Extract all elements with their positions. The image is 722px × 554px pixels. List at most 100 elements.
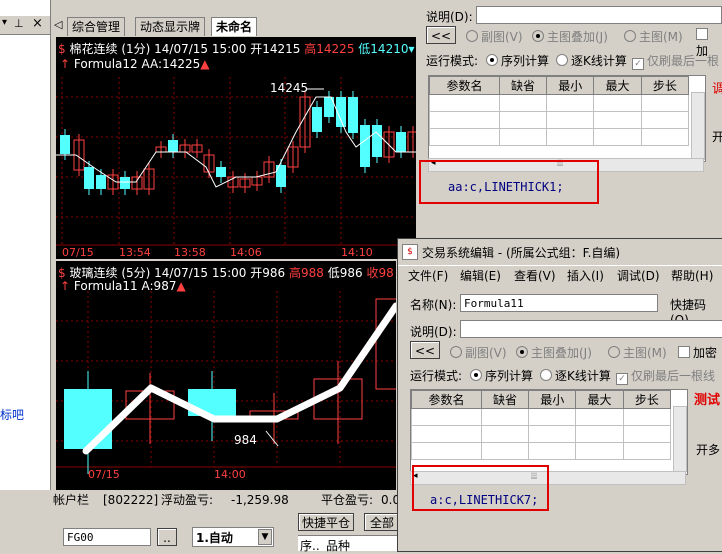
positions-table-header: 序.. 品种 (298, 535, 398, 553)
quick-close-button[interactable]: 快捷平仓 (298, 513, 354, 531)
float-pnl-label: 浮动盈亏: (161, 493, 214, 507)
up-arrow-icon: ↑ (60, 57, 71, 71)
side-button[interactable]: 开 (712, 128, 722, 145)
test-label: 测试 (694, 393, 721, 408)
col-step: 步长 (622, 390, 672, 409)
radio-seq-calc[interactable]: 序列计算 (470, 367, 533, 384)
radio-main-overlay[interactable]: 主图叠加(J) (516, 344, 592, 361)
col-step: 步长 (640, 76, 690, 95)
cotton-peak-label: 14245 (270, 81, 309, 95)
cotton-formula-value: AA:14225 (141, 57, 201, 71)
collapse-button[interactable]: << (426, 26, 456, 44)
account-id: [802222] (103, 493, 159, 507)
left-panel-link[interactable]: 标吧 (0, 406, 24, 423)
radio-main-overlay[interactable]: 主图叠加(J) (532, 28, 608, 45)
glass-formula-name: Formula11 (73, 279, 138, 293)
glass-chart-close: 收98 (366, 266, 394, 280)
trade-panel: .. 1.自动 ▼ 快捷平仓 全部 序.. 品种 (51, 510, 400, 553)
menu-view[interactable]: 查看(V) (514, 267, 556, 284)
collapse-button[interactable]: << (410, 341, 440, 359)
time-label: 07/15 (62, 246, 94, 259)
tab-overview[interactable]: 综合管理 (67, 17, 126, 36)
close-pnl-label: 平仓盈亏: (321, 493, 374, 507)
radio-main-chart[interactable]: 主图(M) (624, 28, 683, 45)
cotton-chart[interactable]: $ 棉花连续 (1分) 14/07/15 15:00 开14215 高14225… (56, 37, 416, 259)
dropdown-icon[interactable]: ▾ (2, 17, 7, 28)
glass-chart[interactable]: $ 玻璃连续 (5分) 14/07/15 15:00 开986 高988 低98… (56, 261, 396, 490)
col-param-name: 参数名 (429, 76, 500, 95)
col-max: 最大 (575, 390, 624, 409)
radio-bar-calc[interactable]: 逐K线计算 (540, 367, 611, 384)
candle-down (312, 107, 322, 132)
left-panel-header: ▾ ⊥ × (0, 16, 50, 35)
glass-chart-name: 玻璃连续 (69, 266, 118, 280)
col-min: 最小 (528, 390, 577, 409)
close-all-button[interactable]: 全部 (364, 513, 400, 531)
time-label: 13:54 (119, 246, 151, 259)
formula-line (56, 96, 416, 188)
name-input[interactable] (460, 294, 658, 312)
col-seq: 序.. (300, 539, 320, 553)
desc-input[interactable] (460, 320, 722, 338)
glass-chart-datetime: 14/07/15 15:00 (154, 266, 247, 280)
tab-unnamed[interactable]: 未命名 (211, 17, 258, 36)
desc-label: 说明(D): (410, 325, 457, 339)
menu-debug[interactable]: 调试(D) (617, 267, 660, 284)
order-mode-select[interactable]: 1.自动 ▼ (192, 527, 274, 547)
refresh-last-checkbox[interactable]: ✓ 仅刷最后一根 (632, 52, 719, 70)
chart-tab-bar: ◁ 综合管理 动态显示牌 未命名 (51, 16, 416, 36)
contract-code-input[interactable] (63, 528, 151, 546)
radio-sub-chart[interactable]: 副图(V) (466, 28, 523, 45)
radio-seq-calc[interactable]: 序列计算 (486, 52, 549, 69)
time-label: 13:58 (174, 246, 206, 259)
radio-sub-chart[interactable]: 副图(V) (450, 344, 507, 361)
candle-up (407, 131, 416, 153)
candle-down (348, 97, 358, 133)
radio-main-chart[interactable]: 主图(M) (608, 344, 667, 361)
tab-dynamic-board[interactable]: 动态显示牌 (135, 17, 206, 36)
menu-help[interactable]: 帮助(H) (671, 267, 713, 284)
title-bar[interactable]: $ 交易系统编辑 - (所属公式组：F.自编) (398, 239, 722, 266)
glass-formula-value: A:987 (141, 279, 177, 293)
open-long-button[interactable]: 开多 (696, 441, 720, 458)
menu-bar: 文件(F) 编辑(E) 查看(V) 插入(I) 调试(D) 帮助(H) (398, 267, 722, 285)
cotton-chart-period: (1分) (121, 42, 151, 56)
col-default: 缺省 (480, 390, 530, 409)
close-icon[interactable]: × (32, 16, 43, 31)
desc-input[interactable] (476, 6, 722, 24)
account-label: 帐户栏 (53, 493, 90, 507)
param-table-vscroll[interactable] (673, 406, 687, 472)
param-table[interactable]: 参数名 缺省 最小 最大 步长 (410, 389, 688, 475)
candle-down (360, 125, 370, 167)
radio-bar-calc[interactable]: 逐K线计算 (556, 52, 627, 69)
pin-icon[interactable]: ⊥ (14, 17, 24, 30)
candle-down (396, 132, 406, 152)
cotton-formula-name: Formula12 (73, 57, 138, 71)
order-mode-value: 1.自动 (196, 531, 233, 545)
flame-icon: ▲ (176, 279, 186, 293)
cotton-chart-datetime: 14/07/15 15:00 (154, 42, 247, 56)
float-pnl-value: -1,259.98 (231, 493, 289, 507)
chevron-down-icon[interactable]: ▼ (258, 529, 272, 545)
menu-edit[interactable]: 编辑(E) (460, 267, 501, 284)
name-label: 名称(N): (410, 298, 457, 312)
cotton-chart-open: 开14215 (250, 42, 301, 56)
browse-button[interactable]: .. (157, 528, 177, 546)
param-table[interactable]: 参数名 缺省 最小 最大 步长 (428, 75, 706, 162)
menu-file[interactable]: 文件(F) (408, 267, 448, 284)
time-label: 14:10 (341, 246, 373, 259)
encrypt-checkbox[interactable]: 加密 (678, 344, 717, 361)
candle-down (60, 135, 70, 154)
tab-scroll-left-icon[interactable]: ◁ (54, 18, 62, 31)
cotton-chart-low: 低14210 (358, 42, 409, 56)
formula-line (82, 302, 396, 455)
app-icon: $ (402, 244, 418, 260)
flame-icon: ▲ (200, 57, 210, 71)
param-table-vscroll[interactable] (691, 92, 705, 160)
cotton-chart-high: 高14225 (304, 42, 355, 56)
refresh-last-checkbox[interactable]: ✓ 仅刷最后一根线 (616, 367, 715, 385)
menu-insert[interactable]: 插入(I) (567, 267, 604, 284)
account-bar: 帐户栏 [802222] 浮动盈亏: -1,259.98 平仓盈亏: 0.00 (51, 490, 408, 510)
col-param-name: 参数名 (411, 390, 482, 409)
trough-marker (265, 430, 279, 447)
